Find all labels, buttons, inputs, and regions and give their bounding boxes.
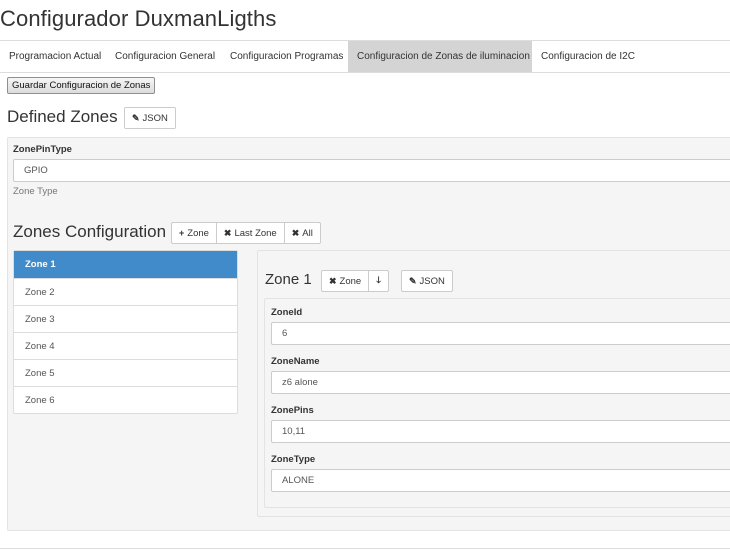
times-icon: ✖ (223, 227, 232, 238)
pencil-icon: ✎ (132, 112, 140, 123)
zone-pin-type-help: Zone Type (13, 186, 58, 197)
arrow-down-icon: 🡓 (376, 275, 381, 285)
remove-all-zones-label: All (302, 227, 313, 239)
zone-name-input[interactable]: z6 alone (271, 371, 730, 394)
plus-icon: + (179, 228, 185, 238)
zone-list-item[interactable]: Zone 3 (14, 305, 237, 332)
tab-programacion-actual[interactable]: Programacion Actual (0, 41, 106, 72)
remove-last-zone-button[interactable]: ✖ Last Zone (215, 222, 285, 244)
json-button-label: JSON (142, 112, 168, 124)
tab-configuracion-programas[interactable]: Configuracion Programas (221, 41, 348, 72)
zone-list-item[interactable]: Zone 2 (14, 278, 237, 305)
delete-zone-label: Zone (339, 275, 362, 287)
zone-detail-title: Zone 1 (265, 271, 312, 288)
bottom-divider (0, 548, 730, 549)
save-zones-button[interactable]: Guardar Configuracion de Zonas (7, 77, 156, 94)
tab-configuracion-i2c[interactable]: Configuracion de I2C (532, 41, 646, 72)
add-zone-label: Zone (187, 227, 209, 239)
zone-json-button[interactable]: ✎ JSON (401, 270, 453, 292)
zone-list: Zone 1 Zone 2 Zone 3 Zone 4 Zone 5 Zone … (13, 250, 238, 414)
zone-name-label: ZoneName (271, 356, 320, 367)
zone-pins-input[interactable]: 10,11 (271, 420, 730, 443)
remove-last-zone-label: Last Zone (234, 227, 277, 239)
delete-zone-button[interactable]: ✖ Zone (321, 270, 370, 292)
add-zone-button[interactable]: + Zone (171, 222, 217, 244)
zone-type-label: ZoneType (271, 454, 316, 465)
zone-list-item[interactable]: Zone 4 (14, 332, 237, 359)
zone-detail-actions: ✖ Zone 🡓 (321, 270, 389, 292)
zone-type-select[interactable]: ALONE (271, 469, 730, 492)
zone-list-item[interactable]: Zone 1 (14, 251, 237, 278)
times-icon: ✖ (291, 227, 300, 238)
zone-pins-label: ZonePins (271, 405, 314, 416)
move-zone-down-button[interactable]: 🡓 (368, 270, 389, 292)
zones-actions-group: + Zone ✖ Last Zone ✖ All (171, 222, 321, 244)
app-title: Configurador DuxmanLigths (0, 6, 277, 31)
zone-list-item[interactable]: Zone 5 (14, 359, 237, 386)
zone-pin-type-label: ZonePinType (13, 144, 72, 155)
times-icon: ✖ (329, 275, 337, 286)
zone-id-input[interactable]: 6 (271, 322, 730, 345)
defined-zones-title: Defined Zones (7, 107, 118, 126)
defined-zones-json-button[interactable]: ✎ JSON (124, 107, 176, 129)
remove-all-zones-button[interactable]: ✖ All (283, 222, 321, 244)
zone-id-label: ZoneId (271, 307, 303, 318)
zone-list-item[interactable]: Zone 6 (14, 386, 237, 413)
zones-configuration-title: Zones Configuration (13, 222, 167, 241)
pencil-icon: ✎ (409, 275, 417, 286)
tab-configuracion-zonas[interactable]: Configuracion de Zonas de iluminacion (348, 41, 532, 72)
tab-configuracion-general[interactable]: Configuracion General (106, 41, 221, 72)
zone-json-label: JSON (419, 275, 445, 287)
zone-pin-type-select[interactable]: GPIO (13, 159, 730, 182)
nav-tabs: Programacion Actual Configuracion Genera… (0, 40, 730, 73)
